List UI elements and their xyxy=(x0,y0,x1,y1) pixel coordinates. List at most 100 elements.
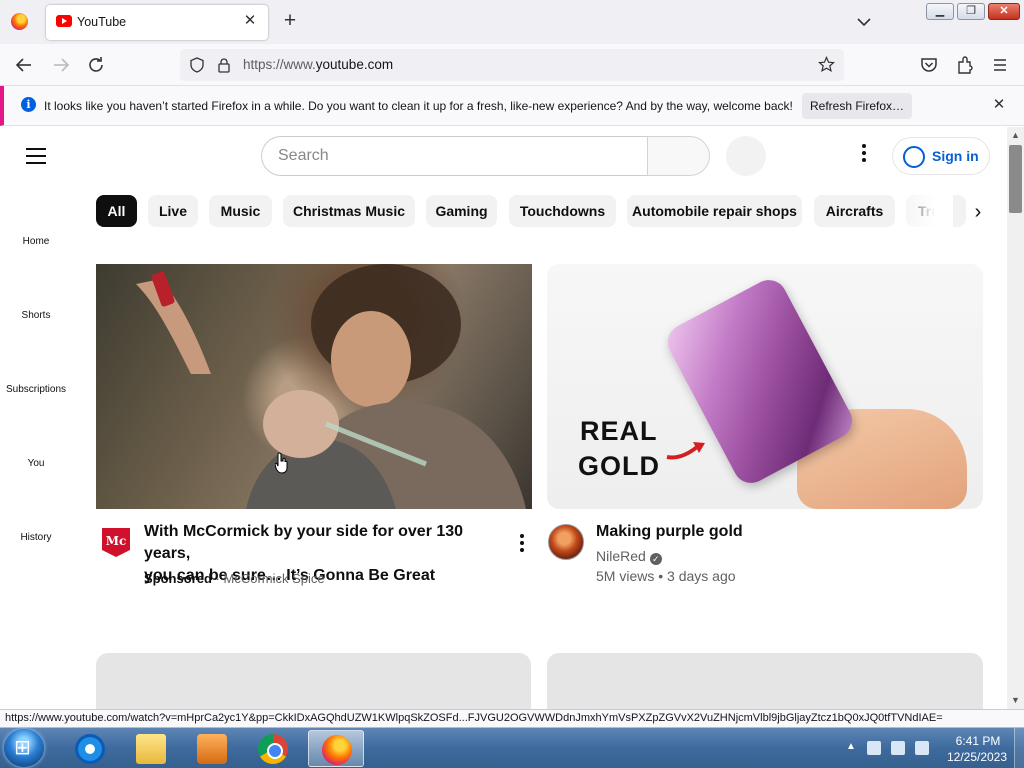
start-button[interactable] xyxy=(4,729,44,767)
chip-aircrafts[interactable]: Aircrafts xyxy=(814,195,895,227)
close-window-button[interactable]: ✕ xyxy=(988,3,1020,20)
tab-youtube[interactable]: YouTube ✕ xyxy=(46,5,268,40)
chevron-right-icon[interactable]: › xyxy=(966,201,990,225)
scroll-up-icon[interactable]: ▲ xyxy=(1010,130,1021,141)
list-all-tabs-icon[interactable] xyxy=(855,13,873,31)
show-desktop-button[interactable] xyxy=(1014,728,1024,768)
volume-muted-icon[interactable] xyxy=(915,741,929,755)
file-explorer-taskbar-button[interactable] xyxy=(123,730,179,767)
info-icon: i xyxy=(21,97,36,112)
system-tray: ▲ 6:41 PM 12/25/2023 xyxy=(840,728,1024,768)
video-title[interactable]: Making purple gold xyxy=(596,521,956,543)
firefox-taskbar-button[interactable] xyxy=(308,730,364,767)
voice-search-button[interactable] xyxy=(726,136,766,176)
chip-touchdowns[interactable]: Touchdowns xyxy=(509,195,616,227)
search-button[interactable] xyxy=(647,136,710,176)
reload-icon[interactable] xyxy=(85,54,107,76)
network-icon[interactable] xyxy=(891,741,905,755)
forward-icon[interactable] xyxy=(50,54,72,76)
bookmark-star-icon[interactable] xyxy=(818,56,835,73)
extensions-icon[interactable] xyxy=(954,54,976,76)
app-menu-icon[interactable] xyxy=(989,54,1011,76)
new-tab-icon[interactable]: + xyxy=(280,10,300,31)
ad-channel[interactable]: McCormick Spice xyxy=(224,571,325,586)
chip-all[interactable]: All xyxy=(96,195,137,227)
navigation-toolbar: https://www.youtube.com xyxy=(0,44,1024,86)
refresh-firefox-button[interactable]: Refresh Firefox… xyxy=(802,93,912,119)
guide-menu-icon[interactable] xyxy=(26,148,46,164)
url-text[interactable]: https://www.youtube.com xyxy=(243,57,393,72)
guide-subscriptions[interactable]: Subscriptions xyxy=(0,384,72,395)
account-icon xyxy=(903,146,925,168)
chips-fade xyxy=(893,195,953,229)
verified-badge-icon: ✓ xyxy=(649,553,662,565)
lock-icon[interactable] xyxy=(217,57,231,73)
chip-christmas-music[interactable]: Christmas Music xyxy=(283,195,415,227)
media-player-icon xyxy=(197,734,227,764)
page-scrollbar[interactable]: ▲ ▼ xyxy=(1007,127,1024,709)
notification-message: It looks like you haven’t started Firefo… xyxy=(44,99,793,113)
ad-meta: Sponsored · McCormick Spice xyxy=(144,571,325,586)
search-input[interactable]: Search xyxy=(261,136,647,176)
clock-time[interactable]: 6:41 PM xyxy=(948,734,1008,748)
chip-live[interactable]: Live xyxy=(148,195,198,227)
ad-meta-separator: · xyxy=(215,571,220,586)
firefox-icon xyxy=(322,735,352,765)
show-hidden-icons-icon[interactable]: ▲ xyxy=(846,741,856,752)
action-center-icon[interactable] xyxy=(867,741,881,755)
nilered-avatar[interactable] xyxy=(548,524,584,560)
guide-history[interactable]: History xyxy=(0,532,72,543)
minimize-button[interactable]: ▁ xyxy=(926,3,954,20)
maximize-button[interactable]: ❐ xyxy=(957,3,985,20)
chip-music[interactable]: Music xyxy=(209,195,272,227)
search-placeholder: Search xyxy=(278,147,329,164)
tab-close-icon[interactable]: ✕ xyxy=(241,12,259,30)
tracking-protection-shield-icon[interactable] xyxy=(189,57,205,73)
sign-in-label: Sign in xyxy=(932,148,979,164)
sponsored-label: Sponsored xyxy=(144,571,212,586)
youtube-favicon-icon xyxy=(56,15,72,27)
pocket-icon[interactable] xyxy=(918,54,940,76)
link-status-bar: https://www.youtube.com/watch?v=mHprCa2y… xyxy=(0,709,1024,727)
video-thumbnail[interactable]: REAL GOLD xyxy=(547,264,983,509)
mouse-cursor-icon xyxy=(275,452,288,474)
clock-date[interactable]: 12/25/2023 xyxy=(940,750,1014,764)
ad-thumbnail[interactable] xyxy=(96,264,532,509)
mccormick-logo-text: Mc xyxy=(106,534,127,548)
scrollbar-thumb[interactable] xyxy=(1009,145,1022,213)
scroll-down-icon[interactable]: ▼ xyxy=(1010,695,1021,706)
category-chips: All Live Music Christmas Music Gaming To… xyxy=(96,195,996,229)
thumbnail-arrow-icon xyxy=(666,442,705,460)
ad-more-icon[interactable] xyxy=(520,534,526,554)
youtube-page: Search Sign in All Live Music Christmas … xyxy=(0,127,1007,709)
thumbnail-text-real: REAL xyxy=(580,416,658,446)
video-card[interactable]: REAL GOLD Making purple gold NileRed ✓ 5M… xyxy=(547,264,983,584)
thumbnail-text-gold: GOLD xyxy=(578,451,660,481)
chrome-icon xyxy=(258,734,288,764)
back-icon[interactable] xyxy=(13,54,35,76)
mccormick-logo[interactable]: Mc xyxy=(98,524,134,560)
chrome-taskbar-button[interactable] xyxy=(245,730,301,767)
video-channel[interactable]: NileRed xyxy=(596,548,646,564)
video-channel-row: NileRed ✓ xyxy=(596,548,662,565)
media-player-taskbar-button[interactable] xyxy=(184,730,240,767)
ad-card[interactable]: Mc With McCormick by your side for over … xyxy=(96,264,532,586)
windows-taskbar: ▲ 6:41 PM 12/25/2023 xyxy=(0,727,1024,768)
notification-close-icon[interactable]: ✕ xyxy=(990,95,1008,113)
url-prefix: https://www. xyxy=(243,57,316,72)
tab-title: YouTube xyxy=(77,15,127,29)
loading-card-placeholder xyxy=(96,653,531,709)
internet-explorer-taskbar-button[interactable] xyxy=(62,730,118,767)
guide-you[interactable]: You xyxy=(0,458,72,469)
chip-gaming[interactable]: Gaming xyxy=(426,195,497,227)
guide-shorts[interactable]: Shorts xyxy=(0,310,72,321)
address-bar[interactable]: https://www.youtube.com xyxy=(180,49,844,81)
video-stats: 5M views • 3 days ago xyxy=(596,568,736,584)
guide-home[interactable]: Home xyxy=(0,236,72,247)
chip-automobile-repair-shops[interactable]: Automobile repair shops xyxy=(627,195,802,227)
firefox-view-icon[interactable] xyxy=(11,13,28,30)
mccormick-logo-mark: Mc xyxy=(102,528,130,557)
sign-in-button[interactable]: Sign in xyxy=(892,137,990,175)
ad-thumbnail-scene xyxy=(136,264,526,509)
settings-menu-icon[interactable] xyxy=(855,144,873,168)
